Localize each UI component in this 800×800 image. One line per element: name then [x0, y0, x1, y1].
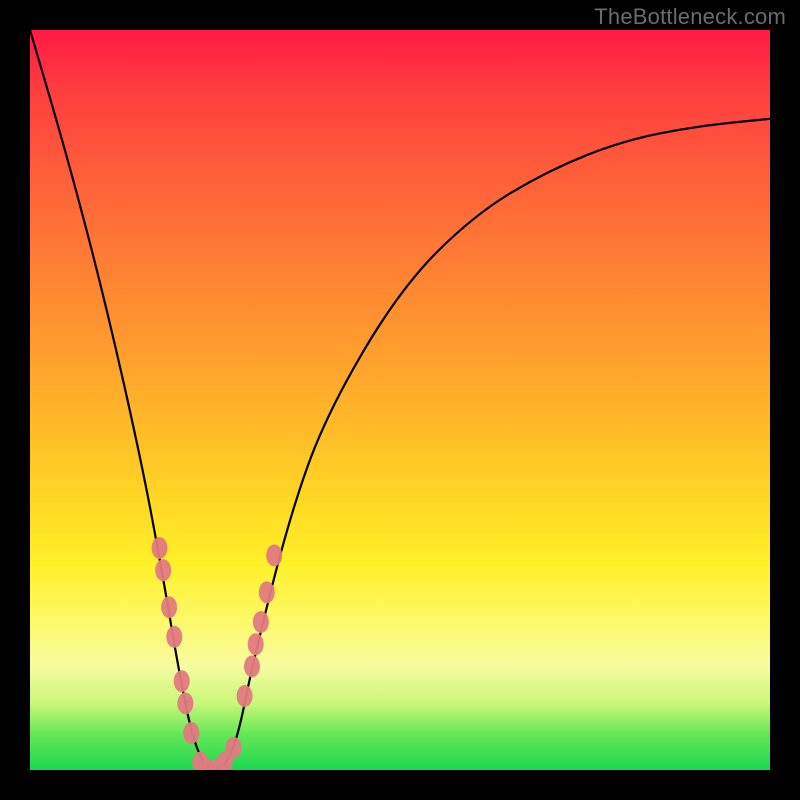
marker-point: [266, 544, 282, 566]
marker-point: [248, 633, 264, 655]
marker-point: [177, 692, 193, 714]
marker-point: [155, 559, 171, 581]
marker-point: [259, 581, 275, 603]
marker-point: [244, 655, 260, 677]
marker-point: [237, 685, 253, 707]
plot-area: [30, 30, 770, 770]
bottleneck-curve: [30, 30, 770, 770]
marker-point: [174, 670, 190, 692]
marker-point: [183, 722, 199, 744]
chart-svg: [30, 30, 770, 770]
marker-point: [166, 626, 182, 648]
chart-frame: TheBottleneck.com: [0, 0, 800, 800]
marker-point: [253, 611, 269, 633]
marker-point: [152, 537, 168, 559]
highlight-markers: [152, 537, 283, 770]
marker-point: [226, 737, 242, 759]
watermark-text: TheBottleneck.com: [594, 4, 786, 30]
marker-point: [161, 596, 177, 618]
